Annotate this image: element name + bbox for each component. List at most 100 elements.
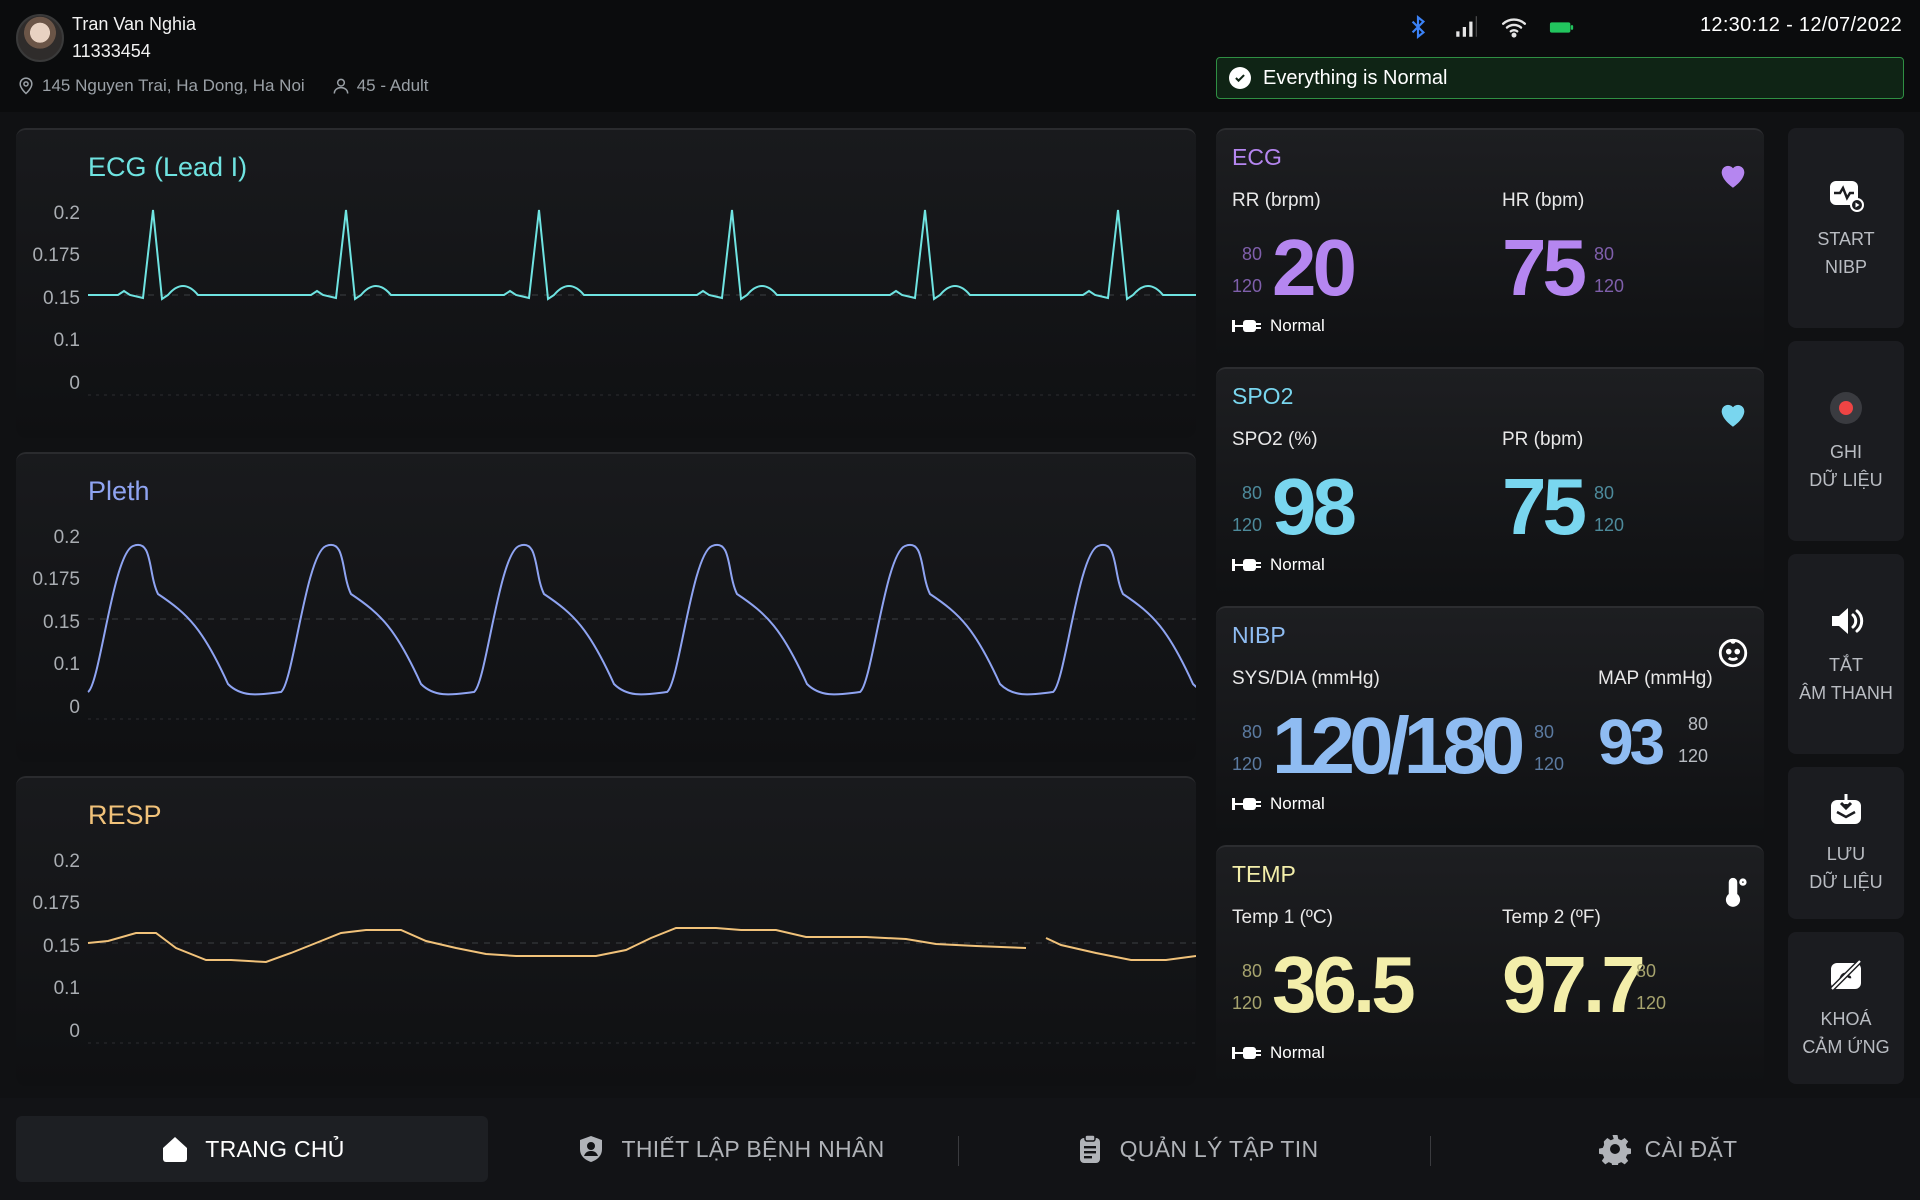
rr-limits: 80 120 bbox=[1232, 238, 1262, 302]
heart-icon bbox=[1721, 165, 1745, 188]
status-text: Normal bbox=[1270, 555, 1325, 574]
vital-card-ecg[interactable]: ECG RR (brpm) 80 120 20 HR (bpm) 75 80 120… bbox=[1216, 128, 1764, 358]
spo2-label: SPO2 (%) bbox=[1232, 429, 1318, 450]
location-pin-icon bbox=[19, 77, 33, 95]
alert-text: Everything is Normal bbox=[1263, 66, 1448, 89]
pleth-waveform-chart: 0.2 0.175 0.15 0.1 0 bbox=[32, 527, 1196, 720]
touch-lock-icon bbox=[1830, 959, 1862, 991]
nav-label: QUẢN LÝ TẬP TIN bbox=[1119, 1135, 1319, 1162]
nav-divider bbox=[958, 1136, 959, 1166]
dia-high: 80 bbox=[1534, 722, 1555, 742]
map-low: 120 bbox=[1678, 746, 1709, 766]
nav-file-manager[interactable]: QUẢN LÝ TẬP TIN bbox=[960, 1116, 1432, 1182]
vital-card-spo2[interactable]: SPO2 SPO2 (%) 80 120 98 PR (bpm) 75 80 120… bbox=[1216, 367, 1764, 597]
clipboard-icon bbox=[1079, 1134, 1100, 1163]
y-tick: 0.1 bbox=[54, 330, 80, 351]
button-label-line2: NIBP bbox=[1824, 257, 1867, 277]
spo2-limits: 80 120 bbox=[1232, 477, 1262, 541]
button-label-line2: ÂM THANH bbox=[1799, 683, 1893, 703]
plug-icon bbox=[1232, 559, 1261, 571]
wifi-icon[interactable] bbox=[1501, 14, 1527, 40]
status-icons bbox=[1405, 14, 1575, 40]
temp1-low: 120 bbox=[1232, 993, 1263, 1013]
button-label-line1: LƯU bbox=[1826, 844, 1866, 864]
temp2-low: 120 bbox=[1636, 993, 1667, 1013]
temp2-label: Temp 2 (ºF) bbox=[1502, 907, 1601, 928]
y-tick: 0.175 bbox=[32, 569, 80, 590]
avatar[interactable] bbox=[16, 14, 64, 62]
card-title: TEMP bbox=[1232, 861, 1296, 887]
sys-dia-value: 120/180 bbox=[1272, 701, 1525, 790]
status-row: Normal bbox=[1232, 1043, 1325, 1063]
check-circle-icon bbox=[1229, 67, 1251, 89]
rr-label: RR (brpm) bbox=[1232, 190, 1321, 211]
dia-limits: 80 120 bbox=[1534, 716, 1564, 780]
touch-lock-button[interactable]: KHOÁ CẢM ỨNG bbox=[1788, 932, 1904, 1084]
battery-icon bbox=[1549, 22, 1574, 33]
monitor-screen: Tran Van Nghia 11333454 145 Nguyen Trai,… bbox=[0, 0, 1920, 1200]
plug-icon bbox=[1232, 320, 1261, 332]
y-tick: 0 bbox=[69, 697, 80, 718]
y-tick: 0 bbox=[69, 373, 80, 394]
resp-trace bbox=[1045, 937, 1196, 961]
rr-low: 120 bbox=[1232, 276, 1263, 296]
nav-patient-setup[interactable]: THIẾT LẬP BỆNH NHÂN bbox=[500, 1116, 960, 1182]
button-label-line2: CẢM ỨNG bbox=[1802, 1037, 1890, 1057]
wave-panel-pleth[interactable]: 0.2 0.175 0.15 0.1 0 Pleth bbox=[16, 452, 1196, 762]
plug-icon bbox=[1232, 1047, 1261, 1059]
bluetooth-icon[interactable] bbox=[1405, 14, 1431, 40]
patient-icon bbox=[580, 1136, 603, 1162]
sys-high: 80 bbox=[1242, 722, 1263, 742]
sys-dia-label: SYS/DIA (mmHg) bbox=[1232, 668, 1380, 689]
temp1-label: Temp 1 (ºC) bbox=[1232, 907, 1333, 928]
button-label-line2: DỮ LIỆU bbox=[1809, 470, 1883, 490]
temp1-value: 36.5 bbox=[1272, 940, 1416, 1029]
pr-high: 80 bbox=[1594, 483, 1615, 503]
pr-low: 120 bbox=[1594, 515, 1625, 535]
nav-settings[interactable]: CÀI ĐẶT bbox=[1432, 1116, 1904, 1182]
button-label-line1: TẮT bbox=[1829, 655, 1863, 675]
sys-dia-limits: 80 120 bbox=[1232, 716, 1262, 780]
y-tick: 0.15 bbox=[43, 612, 80, 633]
plug-icon bbox=[1232, 798, 1261, 810]
start-nibp-button[interactable]: START NIBP bbox=[1788, 128, 1904, 328]
thermometer-icon bbox=[1725, 877, 1747, 907]
card-title: ECG bbox=[1232, 144, 1282, 170]
temp2-value: 97.7 bbox=[1502, 940, 1646, 1029]
hr-label: HR (bpm) bbox=[1502, 190, 1585, 211]
card-title: SPO2 bbox=[1232, 383, 1294, 409]
vital-card-temp[interactable]: TEMP Temp 1 (ºC) 80 120 36.5 Temp 2 (ºF) … bbox=[1216, 845, 1764, 1085]
dia-low: 120 bbox=[1534, 754, 1565, 774]
pleth-trace bbox=[87, 543, 1196, 696]
nibp-start-icon bbox=[1830, 181, 1864, 212]
wave-panel-ecg[interactable]: 0.2 0.175 0.15 0.1 0 ECG (Lead I) bbox=[16, 128, 1196, 438]
map-limits: 80 120 bbox=[1678, 708, 1708, 772]
resp-trace bbox=[87, 927, 1027, 964]
nav-divider bbox=[1430, 1136, 1431, 1166]
record-data-button[interactable]: GHI DỮ LIỆU bbox=[1788, 341, 1904, 541]
header: Tran Van Nghia 11333454 145 Nguyen Trai,… bbox=[0, 0, 1920, 112]
status-alert[interactable]: Everything is Normal bbox=[1216, 57, 1904, 99]
wave-panel-resp[interactable]: 0.2 0.175 0.15 0.1 0 RESP bbox=[16, 776, 1196, 1086]
vital-card-nibp[interactable]: NIBP SYS/DIA (mmHg) 80 120 120/180 80 120 … bbox=[1216, 606, 1764, 836]
status-text: Normal bbox=[1270, 794, 1325, 813]
nav-label: THIẾT LẬP BỆNH NHÂN bbox=[621, 1135, 885, 1162]
pr-value: 75 bbox=[1502, 462, 1587, 551]
save-data-button[interactable]: LƯU DỮ LIỆU bbox=[1788, 767, 1904, 919]
map-high: 80 bbox=[1688, 714, 1709, 734]
pr-limits: 80 120 bbox=[1594, 477, 1624, 541]
patient-id: 11333454 bbox=[72, 41, 151, 61]
mute-sound-button[interactable]: TẮT ÂM THANH bbox=[1788, 554, 1904, 754]
y-tick: 0.175 bbox=[32, 893, 80, 914]
bottom-nav: TRANG CHỦ THIẾT LẬP BỆNH NHÂN QUẢN LÝ TẬ… bbox=[0, 1098, 1920, 1200]
status-text: Normal bbox=[1270, 1043, 1325, 1062]
y-tick: 0.2 bbox=[54, 203, 80, 224]
wave-title-ecg: ECG (Lead I) bbox=[88, 152, 248, 182]
status-row: Normal bbox=[1232, 794, 1325, 814]
y-tick: 0.175 bbox=[32, 245, 80, 266]
nav-home[interactable]: TRANG CHỦ bbox=[16, 1116, 488, 1182]
speaker-icon bbox=[1832, 608, 1864, 634]
y-tick: 0.2 bbox=[54, 851, 80, 872]
patient-age-group: 45 - Adult bbox=[356, 76, 429, 95]
wave-title-pleth: Pleth bbox=[88, 476, 150, 506]
